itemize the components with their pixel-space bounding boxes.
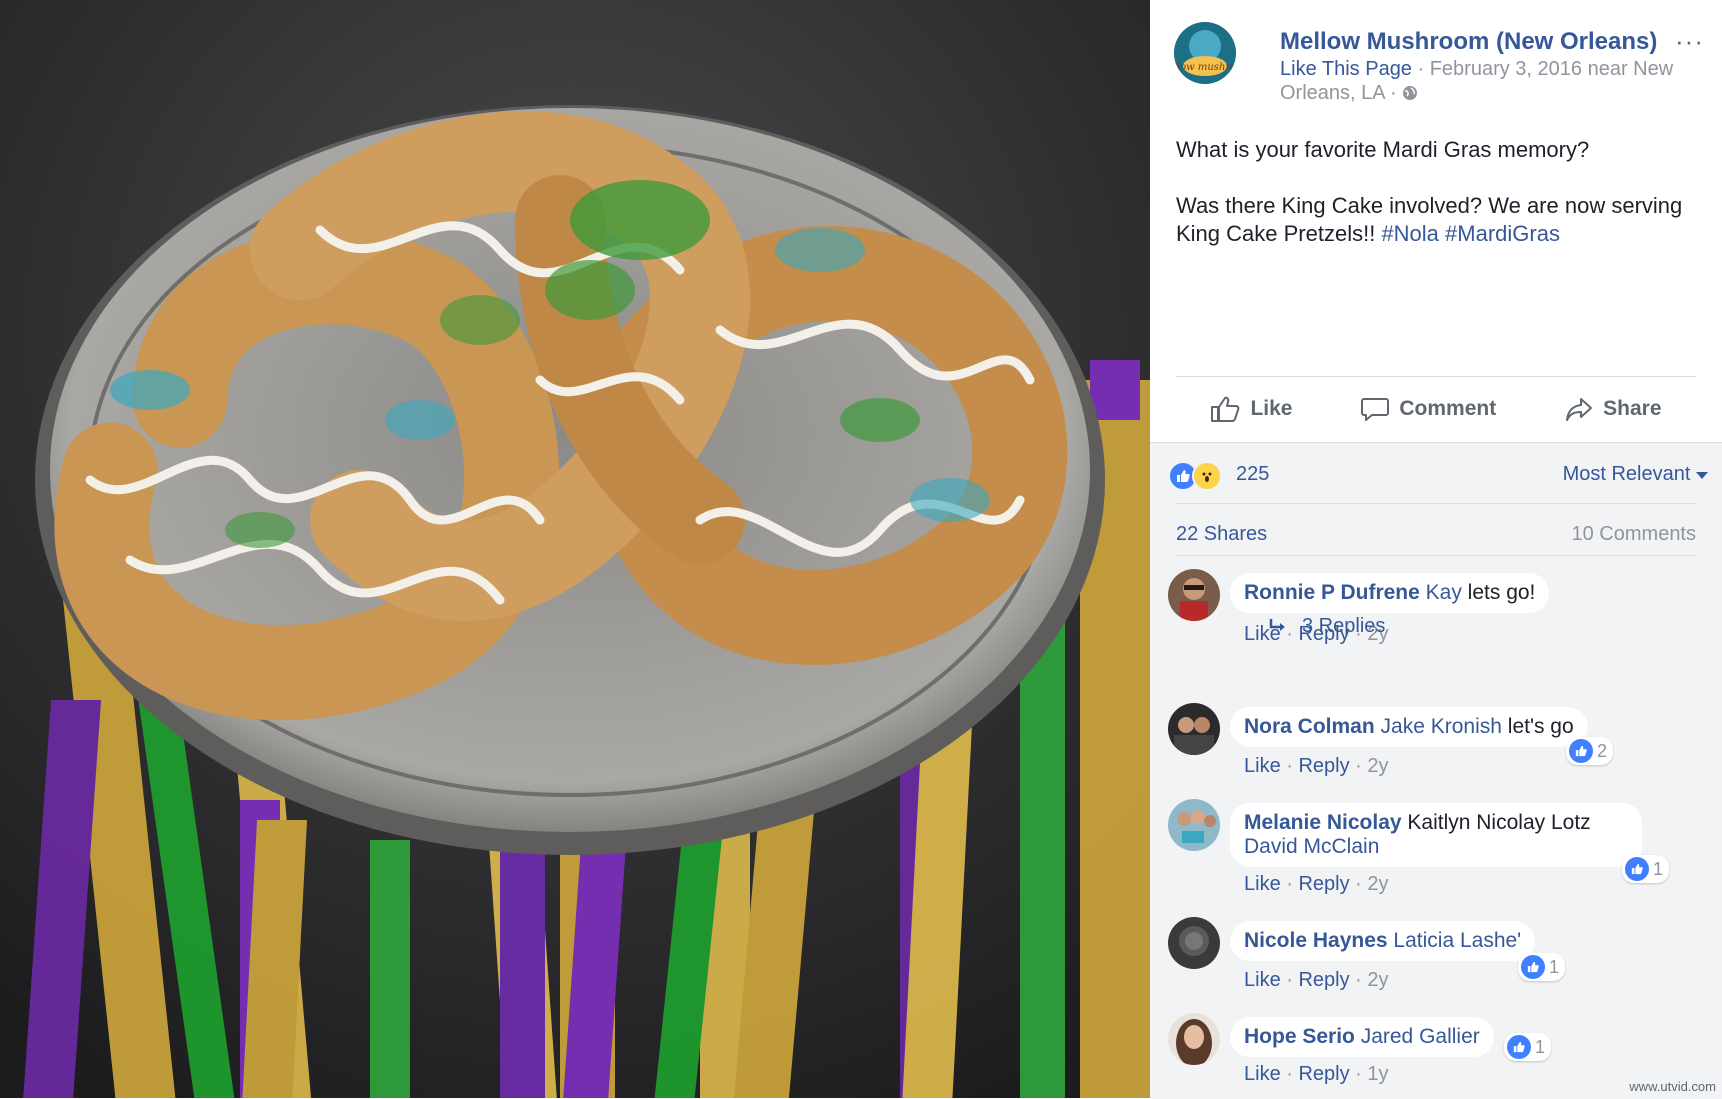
comment-author[interactable]: Nora Colman — [1244, 715, 1375, 738]
reaction-count: 1 — [1549, 956, 1560, 977]
replies-count: 3 Replies — [1302, 615, 1386, 637]
comment-actions: Like · Reply · 2y — [1244, 969, 1389, 991]
comment-like-link[interactable]: Like — [1244, 755, 1281, 777]
reaction-count: 1 — [1653, 858, 1664, 879]
comment-reactions-badge[interactable]: 1 — [1622, 855, 1670, 883]
comment-author[interactable]: Hope Serio — [1244, 1025, 1355, 1048]
comment-time[interactable]: 2y — [1367, 873, 1388, 895]
divider — [1176, 555, 1696, 556]
shares-count[interactable]: 22 Shares — [1176, 523, 1267, 546]
comment-author[interactable]: Nicole Haynes — [1244, 929, 1388, 952]
comment-button[interactable]: Comment — [1361, 395, 1496, 423]
reaction-count[interactable]: 225 — [1236, 463, 1269, 486]
share-button[interactable]: Share — [1565, 395, 1662, 423]
caret-down-icon — [1696, 472, 1708, 479]
divider — [1176, 503, 1696, 504]
like-button[interactable]: Like — [1210, 395, 1292, 423]
share-icon — [1566, 398, 1593, 421]
comment-reactions-badge[interactable]: 1 — [1504, 1033, 1552, 1061]
like-reaction-icon — [1521, 955, 1545, 979]
comment-bubble: Hope Serio Jared Gallier — [1230, 1017, 1494, 1057]
king-cake-pretzel-image — [0, 0, 1150, 1098]
reaction-icons — [1168, 461, 1222, 491]
commenter-avatar[interactable] — [1168, 917, 1220, 969]
comment-reactions-badge[interactable]: 2 — [1566, 737, 1614, 765]
comments-count[interactable]: 10 Comments — [1572, 523, 1697, 546]
comment-bubble: Ronnie P Dufrene Kay lets go! — [1230, 573, 1550, 613]
logo-text: mellow mushroom — [1174, 62, 1236, 73]
like-reaction-icon — [1507, 1035, 1531, 1059]
comment-text: lets go! — [1461, 581, 1536, 604]
wow-reaction-icon — [1192, 461, 1222, 491]
thumbs-up-icon — [1211, 396, 1240, 422]
post-photo[interactable] — [0, 0, 1150, 1098]
comment-mention-2[interactable]: David McClain — [1244, 835, 1379, 858]
hashtag-mardigras[interactable]: #MardiGras — [1445, 221, 1560, 246]
comment-bubble: Melanie Nicolay Kaitlyn Nicolay Lotz Davi… — [1230, 803, 1642, 867]
comment-item: Melanie Nicolay Kaitlyn Nicolay Lotz Davi… — [1168, 799, 1708, 899]
page-name-link[interactable]: Mellow Mushroom (New Orleans) — [1280, 28, 1657, 56]
like-reaction-icon — [1569, 739, 1593, 763]
comment-reply-link[interactable]: Reply — [1298, 969, 1349, 991]
comment-mention[interactable]: Jared Gallier — [1361, 1025, 1480, 1048]
comment-author[interactable]: Ronnie P Dufrene — [1244, 581, 1420, 604]
comment-like-link[interactable]: Like — [1244, 969, 1281, 991]
page-logo-icon: mellow mushroom — [1174, 22, 1236, 84]
comment-time[interactable]: 2y — [1367, 969, 1388, 991]
comment-reactions-badge[interactable]: 1 — [1518, 953, 1566, 981]
page-avatar[interactable]: mellow mushroom — [1174, 22, 1236, 84]
watermark: www.utvid.com — [1629, 1079, 1716, 1094]
comment-bubble: Nicole Haynes Laticia Lashe' — [1230, 921, 1536, 961]
comment-actions: Like · Reply · 2y — [1244, 873, 1389, 895]
comment-reply-link[interactable]: Reply — [1298, 755, 1349, 777]
post-panel: mellow mushroom Mellow Mushroom (New Orl… — [1150, 0, 1722, 1099]
comment-text: let's go — [1501, 715, 1574, 738]
commenter-avatar[interactable] — [1168, 569, 1220, 621]
globe-icon — [1403, 86, 1418, 100]
like-label: Like — [1250, 397, 1293, 420]
sort-label: Most Relevant — [1562, 463, 1691, 485]
comment-reply-link[interactable]: Reply — [1298, 873, 1349, 895]
like-reaction-icon — [1625, 857, 1649, 881]
comment-actions: Like · Reply · 2y — [1244, 755, 1389, 777]
view-replies-link[interactable]: 3 Replies — [1268, 615, 1385, 638]
comment-like-link[interactable]: Like — [1244, 873, 1281, 895]
reply-arrow-icon — [1269, 618, 1285, 631]
comment-mention[interactable]: Laticia Lashe' — [1393, 929, 1521, 952]
reaction-count: 1 — [1535, 1036, 1546, 1057]
comment-item: Hope Serio Jared Gallier 1 Like · Reply … — [1168, 1013, 1708, 1093]
share-label: Share — [1603, 397, 1662, 420]
comment-mention[interactable]: Kay — [1426, 581, 1462, 604]
comment-icon — [1361, 398, 1390, 421]
more-options-button[interactable]: ··· — [1675, 26, 1704, 57]
comment-time[interactable]: 2y — [1367, 755, 1388, 777]
comment-label: Comment — [1399, 397, 1497, 420]
comment-mention[interactable]: Kaitlyn Nicolay Lotz — [1407, 811, 1590, 834]
comment-reply-link[interactable]: Reply — [1298, 1063, 1349, 1085]
comment-actions: Like · Reply · 1y — [1244, 1063, 1389, 1085]
comment-mention[interactable]: Jake Kronish — [1381, 715, 1502, 738]
hashtag-nola[interactable]: #Nola — [1381, 221, 1438, 246]
like-page-link[interactable]: Like This Page — [1280, 58, 1412, 80]
post-message: What is your favorite Mardi Gras memory?… — [1176, 136, 1696, 276]
comments-section: 225 Most Relevant 22 Shares 10 Comments … — [1150, 442, 1722, 1099]
comment-time[interactable]: 1y — [1367, 1063, 1388, 1085]
comment-item: Nora Colman Jake Kronish let's go 2 Like… — [1168, 703, 1708, 783]
commenter-avatar[interactable] — [1168, 703, 1220, 755]
comment-author[interactable]: Melanie Nicolay — [1244, 811, 1402, 834]
sort-dropdown[interactable]: Most Relevant — [1563, 463, 1708, 486]
comment-item: Nicole Haynes Laticia Lashe' 1 Like · Re… — [1168, 917, 1708, 997]
commenter-avatar[interactable] — [1168, 799, 1220, 851]
reaction-count: 2 — [1597, 740, 1608, 761]
comment-like-link[interactable]: Like — [1244, 1063, 1281, 1085]
post-line-2: Was there King Cake involved? We are now… — [1176, 192, 1696, 248]
commenter-avatar[interactable] — [1168, 1013, 1220, 1065]
post-meta: Like This Page · February 3, 2016 near N… — [1280, 57, 1680, 105]
post-line-1: What is your favorite Mardi Gras memory? — [1176, 137, 1590, 162]
reactions-summary[interactable]: 225 Most Relevant — [1168, 457, 1708, 493]
comment-item: Ronnie P Dufrene Kay lets go! Like · Rep… — [1168, 569, 1708, 659]
post-actions-bar: Like Comment Share — [1176, 376, 1696, 441]
comment-bubble: Nora Colman Jake Kronish let's go — [1230, 707, 1588, 747]
